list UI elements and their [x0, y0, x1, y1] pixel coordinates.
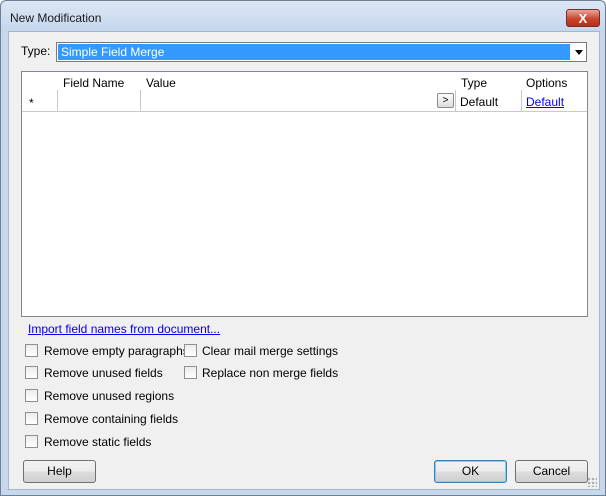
ok-button[interactable]: OK — [434, 460, 507, 483]
remove-unused-regions-checkbox[interactable] — [25, 389, 38, 402]
remove-containing-fields-label[interactable]: Remove containing fields — [44, 412, 178, 426]
type-dropdown[interactable]: Simple Field Merge — [56, 42, 587, 62]
remove-containing-fields-checkbox[interactable] — [25, 412, 38, 425]
column-header-value[interactable]: Value — [146, 76, 176, 90]
grid-divider — [521, 90, 522, 111]
close-button[interactable]: X — [566, 9, 600, 27]
dialog-title: New Modification — [10, 11, 102, 25]
remove-empty-paragraphs-label[interactable]: Remove empty paragraphs — [44, 344, 189, 358]
field-name-cell[interactable] — [58, 90, 140, 111]
remove-unused-regions-label[interactable]: Remove unused regions — [44, 389, 174, 403]
column-header-type[interactable]: Type — [461, 76, 487, 90]
remove-unused-fields-label[interactable]: Remove unused fields — [44, 366, 163, 380]
column-header-options[interactable]: Options — [526, 76, 567, 90]
import-field-names-link[interactable]: Import field names from document... — [28, 322, 220, 336]
type-cell[interactable]: Default — [460, 95, 498, 109]
type-dropdown-value: Simple Field Merge — [58, 44, 570, 60]
title-bar[interactable]: New Modification X — [1, 1, 605, 31]
grid-divider — [455, 90, 456, 111]
clear-mail-merge-settings-label[interactable]: Clear mail merge settings — [202, 344, 338, 358]
new-row-marker: * — [29, 96, 34, 110]
remove-unused-fields-checkbox[interactable] — [25, 366, 38, 379]
remove-static-fields-label[interactable]: Remove static fields — [44, 435, 151, 449]
fields-grid[interactable]: Field Name Value Type Options * > Defaul… — [21, 71, 588, 317]
dialog-window: New Modification X Type: Simple Field Me… — [0, 0, 606, 496]
replace-non-merge-fields-checkbox[interactable] — [184, 366, 197, 379]
remove-static-fields-checkbox[interactable] — [25, 435, 38, 448]
clear-mail-merge-settings-checkbox[interactable] — [184, 344, 197, 357]
options-link[interactable]: Default — [526, 95, 564, 109]
value-cell[interactable] — [141, 90, 436, 111]
type-label: Type: — [21, 44, 51, 58]
replace-non-merge-fields-label[interactable]: Replace non merge fields — [202, 366, 338, 380]
column-header-field-name[interactable]: Field Name — [63, 76, 124, 90]
cancel-button[interactable]: Cancel — [515, 460, 588, 483]
help-button[interactable]: Help — [23, 460, 96, 483]
remove-empty-paragraphs-checkbox[interactable] — [25, 344, 38, 357]
dialog-body: Type: Simple Field Merge Field Name Valu… — [8, 31, 600, 490]
chevron-down-icon[interactable] — [575, 50, 583, 55]
resize-grip-icon[interactable] — [587, 477, 597, 487]
value-browse-button[interactable]: > — [437, 93, 454, 108]
